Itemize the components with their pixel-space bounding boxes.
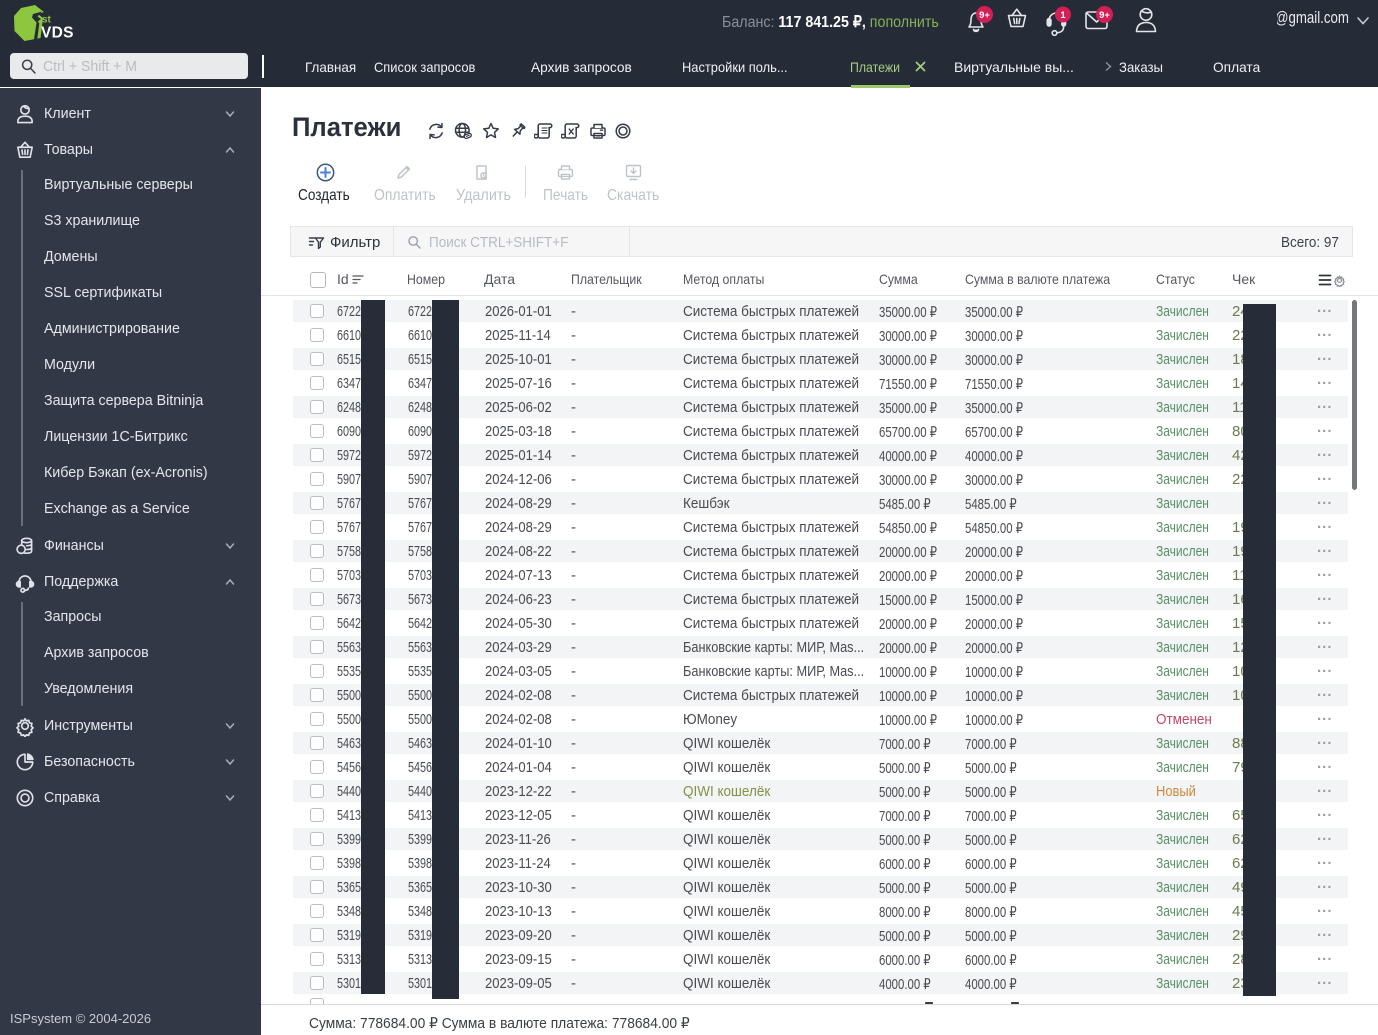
svg-text:VDS: VDS [41, 25, 74, 42]
svg-text:9+: 9+ [979, 10, 990, 21]
svg-text:9+: 9+ [1099, 10, 1110, 21]
svg-text:1: 1 [1060, 10, 1066, 21]
